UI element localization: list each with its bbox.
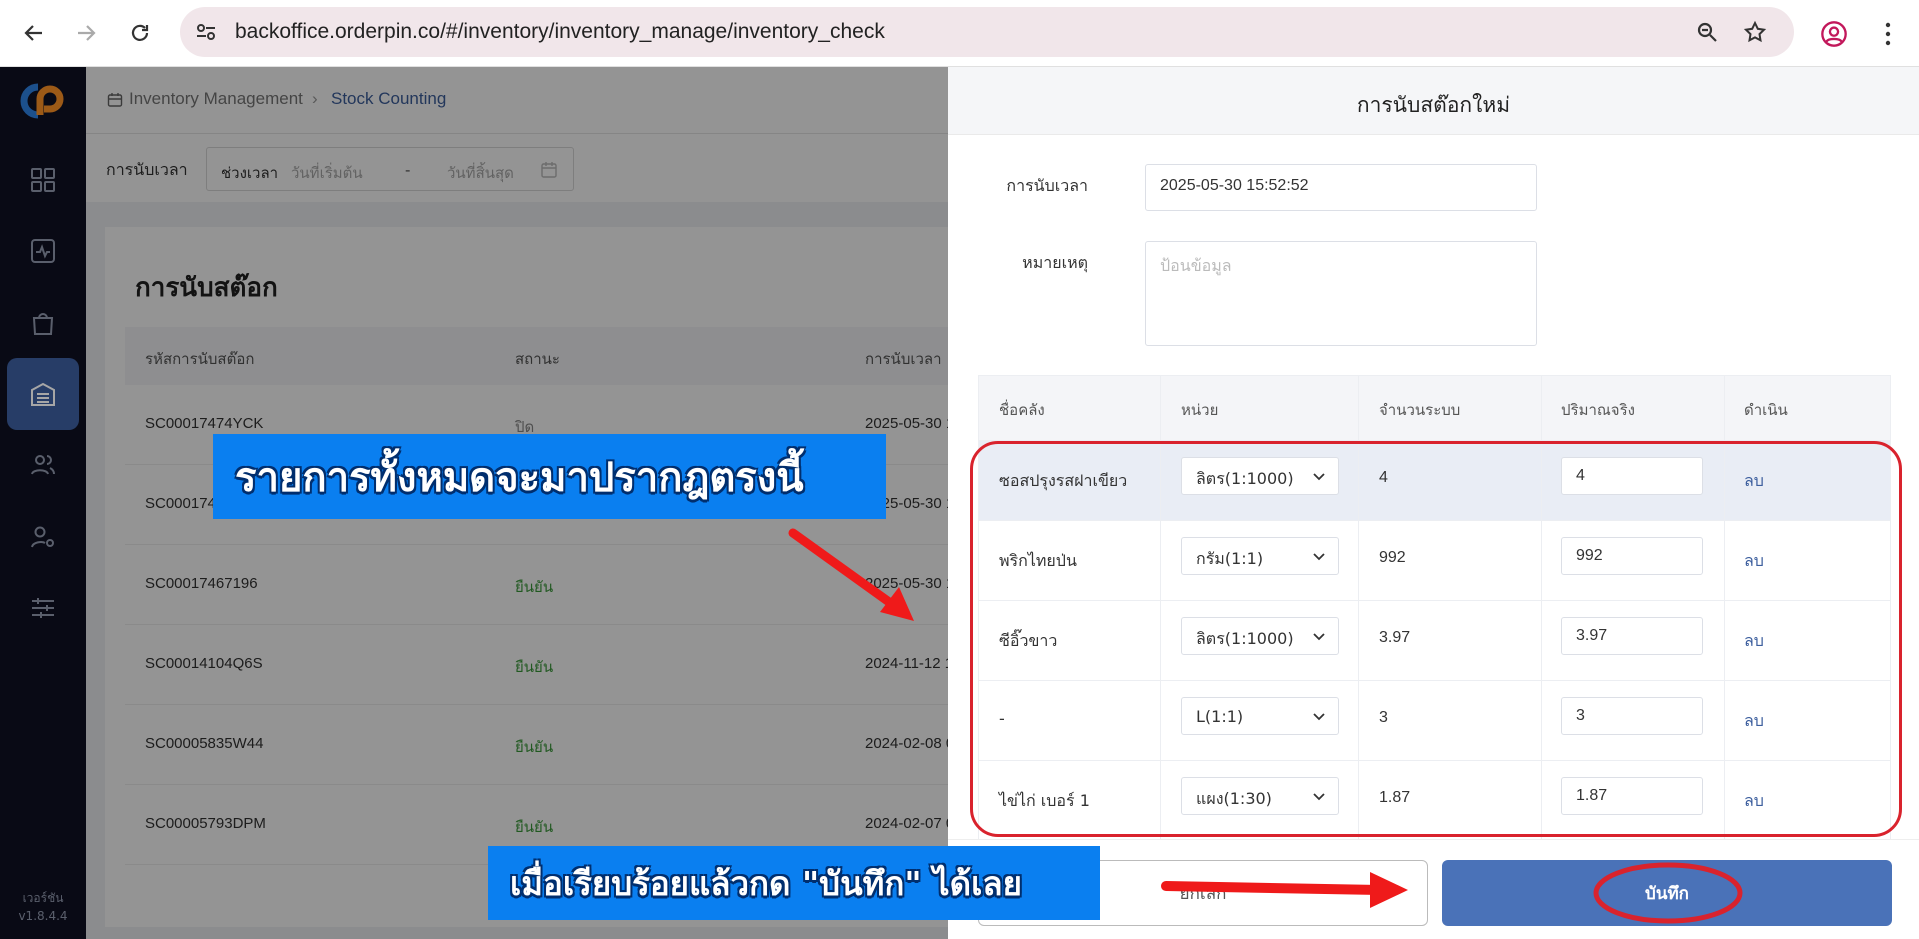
note-textarea[interactable]: ป้อนข้อมูล [1145, 241, 1537, 346]
col-unit: หน่วย [1181, 401, 1219, 419]
reload-icon[interactable] [124, 17, 156, 49]
bookmark-star-icon[interactable] [1743, 20, 1767, 44]
drawer-title: การนับสต๊อกใหม่ [1356, 93, 1511, 117]
site-settings-icon[interactable] [194, 20, 218, 44]
note-label: หมายเหตุ [1022, 253, 1088, 272]
browser-toolbar: backoffice.orderpin.co/#/inventory/inven… [0, 0, 1919, 67]
annotation-text: เมื่อเรียบร้อยแล้วกด "บันทึก" ได้เลย [510, 863, 1022, 903]
back-icon[interactable] [18, 17, 50, 49]
zoom-icon[interactable] [1695, 20, 1719, 44]
table-header: ชื่อคลัง หน่วย จำนวนระบบ ปริมาณจริง ดำเน… [978, 375, 1891, 441]
forward-icon[interactable] [70, 17, 102, 49]
menu-kebab-icon[interactable] [1876, 20, 1900, 48]
highlight-frame-items [970, 441, 1902, 837]
profile-icon[interactable] [1820, 20, 1848, 48]
col-actual-qty: ปริมาณจริง [1561, 401, 1635, 419]
url-text: backoffice.orderpin.co/#/inventory/inven… [235, 20, 885, 43]
address-bar[interactable]: backoffice.orderpin.co/#/inventory/inven… [180, 7, 1794, 57]
count-time-input[interactable]: 2025-05-30 15:52:52 [1145, 164, 1537, 211]
column-divider [1724, 376, 1725, 440]
col-action: ดำเนิน [1744, 401, 1788, 419]
column-divider [1541, 376, 1542, 440]
sidebar-mask [0, 67, 86, 939]
annotation-text: รายการทั้งหมดจะมาปรากฎตรงนี้ [235, 454, 804, 501]
time-label: การนับเวลา [1006, 176, 1088, 195]
column-divider [1160, 376, 1161, 440]
save-button[interactable]: บันทึก [1442, 860, 1892, 926]
col-warehouse-name: ชื่อคลัง [999, 401, 1045, 419]
col-system-qty: จำนวนระบบ [1379, 401, 1461, 419]
annotation-banner-save: เมื่อเรียบร้อยแล้วกด "บันทึก" ได้เลย [488, 846, 1100, 920]
annotation-banner-items: รายการทั้งหมดจะมาปรากฎตรงนี้ [213, 434, 886, 519]
drawer-header: การนับสต๊อกใหม่ [948, 67, 1919, 135]
column-divider [1358, 376, 1359, 440]
